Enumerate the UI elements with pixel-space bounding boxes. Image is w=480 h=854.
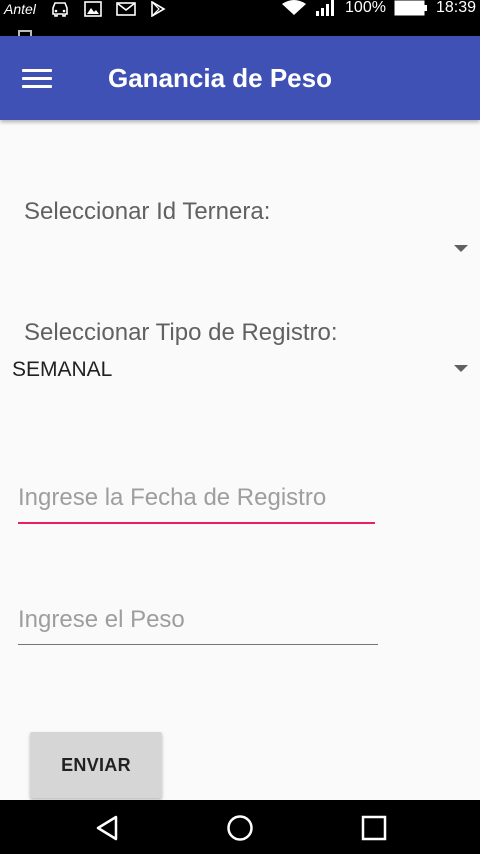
peso-input[interactable] bbox=[18, 601, 378, 645]
tipo-registro-spinner[interactable]: SEMANAL bbox=[0, 353, 480, 387]
menu-bar-line bbox=[22, 76, 52, 80]
car-icon bbox=[50, 1, 70, 17]
status-right: 100% 18:39 bbox=[281, 0, 476, 16]
wifi-icon bbox=[281, 0, 307, 16]
recents-icon[interactable] bbox=[359, 813, 389, 843]
back-icon[interactable] bbox=[92, 813, 122, 843]
menu-bar-line bbox=[22, 84, 52, 88]
menu-bar-line bbox=[22, 68, 52, 72]
carrier-name: Antel bbox=[4, 1, 36, 17]
ternera-spinner[interactable] bbox=[0, 233, 480, 267]
dropdown-arrow-icon bbox=[454, 365, 468, 372]
tipo-registro-label: Seleccionar Tipo de Registro: bbox=[24, 319, 338, 346]
app-toolbar: Ganancia de Peso bbox=[0, 36, 480, 120]
hamburger-menu-icon[interactable] bbox=[22, 62, 62, 94]
navigation-bar bbox=[0, 800, 480, 854]
mail-icon bbox=[116, 2, 136, 16]
status-bar: Antel 100% 18:39 bbox=[0, 0, 480, 40]
play-store-icon bbox=[150, 1, 166, 17]
battery-icon bbox=[394, 0, 428, 16]
tipo-registro-value: SEMANAL bbox=[12, 358, 113, 381]
signal-icon bbox=[315, 0, 337, 16]
image-icon bbox=[84, 1, 102, 17]
status-left: Antel bbox=[4, 0, 166, 18]
home-icon[interactable] bbox=[225, 813, 255, 843]
fecha-registro-input[interactable] bbox=[18, 480, 375, 524]
screen: Antel 100% 18:39 Ganancia de Peso Selecc… bbox=[0, 0, 480, 854]
ternera-label: Seleccionar Id Ternera: bbox=[24, 198, 271, 225]
enviar-button[interactable]: ENVIAR bbox=[30, 732, 162, 798]
page-title: Ganancia de Peso bbox=[108, 63, 332, 93]
battery-percent: 100% bbox=[345, 0, 386, 16]
clock: 18:39 bbox=[435, 0, 476, 16]
dropdown-arrow-icon bbox=[454, 245, 468, 252]
